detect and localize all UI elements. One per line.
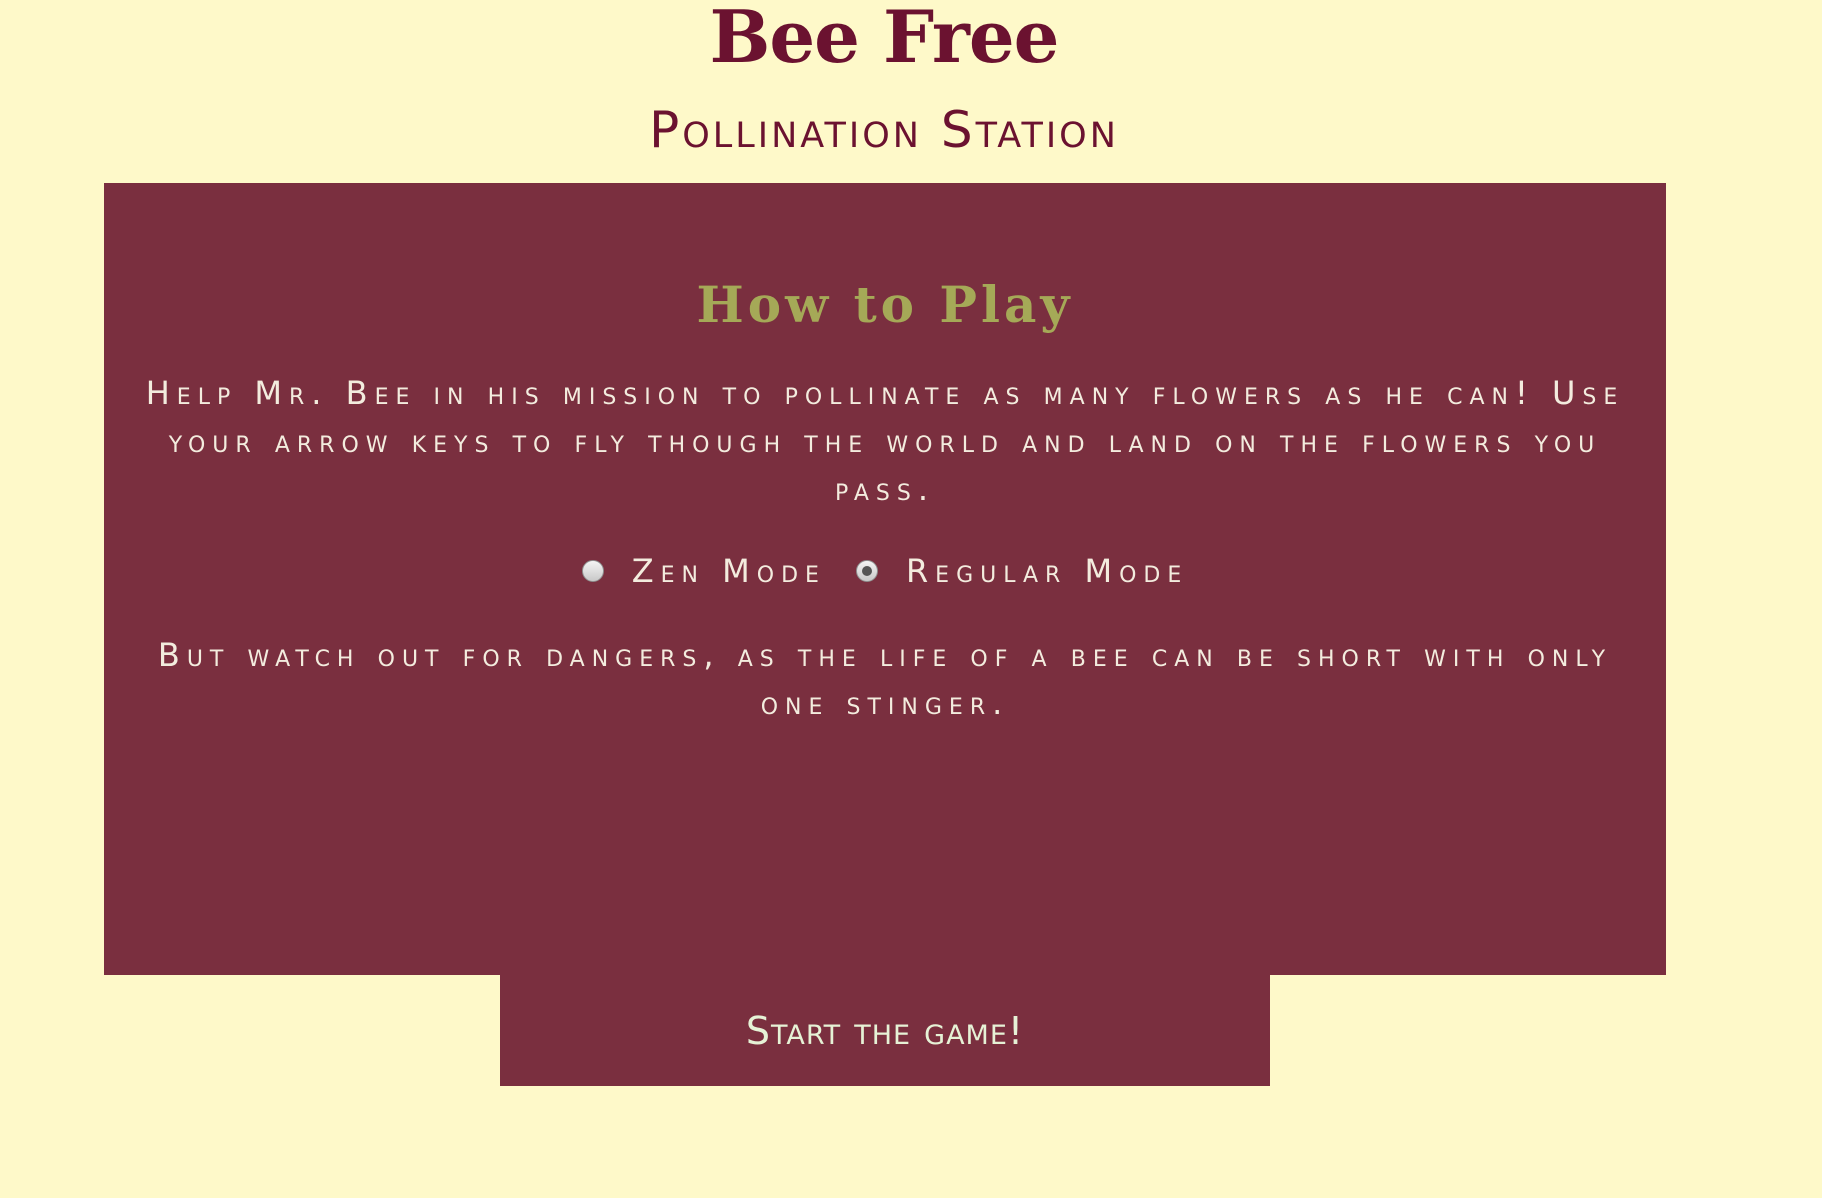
game-subtitle: Pollination Station [649, 101, 1119, 159]
danger-warning: But watch out for dangers, as the life o… [157, 636, 1613, 722]
regular-mode-option[interactable]: Regular Mode [855, 552, 1188, 590]
game-title: Bee Free [709, 0, 1060, 79]
how-to-play-heading: How to Play [696, 275, 1074, 334]
regular-mode-label[interactable]: Regular Mode [906, 552, 1188, 590]
instructions-intro: Help Mr. Bee in his mission to pollinate… [145, 374, 1625, 508]
zen-mode-radio[interactable] [581, 560, 604, 582]
mode-selector: Zen Mode Regular Mode [104, 547, 1666, 595]
zen-mode-label[interactable]: Zen Mode [632, 552, 826, 590]
regular-mode-radio[interactable] [855, 560, 878, 582]
start-game-button[interactable]: Start the game! [500, 975, 1270, 1086]
instructions-panel: How to Play Help Mr. Bee in his mission … [104, 183, 1666, 975]
zen-mode-option[interactable]: Zen Mode [581, 552, 826, 590]
